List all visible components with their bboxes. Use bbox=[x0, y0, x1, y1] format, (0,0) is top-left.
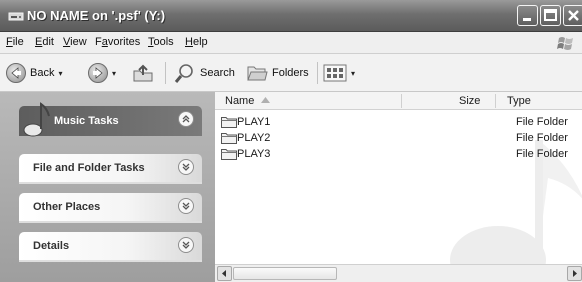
forward-button[interactable]: ▾ bbox=[88, 62, 116, 84]
maximize-icon bbox=[544, 9, 557, 21]
menu-view[interactable]: View bbox=[63, 36, 87, 48]
sort-ascending-icon bbox=[261, 97, 270, 103]
drive-icon bbox=[8, 8, 24, 24]
other-places-label: Other Places bbox=[33, 201, 101, 213]
collapse-chevron-icon[interactable] bbox=[178, 111, 194, 127]
expand-chevron-icon[interactable] bbox=[178, 198, 194, 214]
folders-icon bbox=[247, 66, 268, 81]
scroll-left-button[interactable] bbox=[217, 266, 232, 281]
column-size[interactable]: Size bbox=[459, 95, 480, 107]
menu-file[interactable]: File bbox=[6, 36, 24, 48]
back-arrow-icon bbox=[6, 63, 26, 83]
file-folder-tasks-label: File and Folder Tasks bbox=[33, 162, 145, 174]
column-name[interactable]: Name bbox=[225, 95, 254, 107]
file-list-view[interactable]: Name Size Type PLAY1 File Folder PLAY2 F… bbox=[215, 92, 582, 282]
task-panel-body bbox=[19, 260, 202, 262]
folder-icon bbox=[221, 149, 237, 160]
windows-logo-icon bbox=[557, 37, 573, 50]
search-button[interactable]: Search bbox=[174, 62, 235, 84]
maximize-button[interactable] bbox=[540, 5, 561, 26]
title-bar[interactable]: NO NAME on '.psf' (Y:) bbox=[0, 0, 582, 32]
window-title: NO NAME on '.psf' (Y:) bbox=[27, 8, 166, 23]
details-header[interactable]: Details bbox=[19, 232, 202, 260]
expand-chevron-icon[interactable] bbox=[178, 159, 194, 175]
music-note-icon bbox=[23, 102, 50, 137]
details-label: Details bbox=[33, 240, 70, 252]
horizontal-scrollbar[interactable] bbox=[215, 264, 582, 282]
up-folder-icon bbox=[133, 64, 153, 82]
file-row[interactable]: PLAY3 File Folder bbox=[215, 146, 582, 162]
file-type: File Folder bbox=[516, 132, 568, 144]
scroll-left-icon bbox=[222, 270, 226, 277]
scroll-right-button[interactable] bbox=[567, 266, 582, 281]
folder-icon bbox=[221, 133, 237, 144]
file-name: PLAY2 bbox=[237, 132, 271, 144]
file-folder-tasks-header[interactable]: File and Folder Tasks bbox=[19, 154, 202, 182]
views-dropdown-icon[interactable]: ▾ bbox=[351, 69, 355, 78]
menu-edit[interactable]: Edit bbox=[35, 36, 54, 48]
expand-chevron-icon[interactable] bbox=[178, 237, 194, 253]
menu-tools[interactable]: Tools bbox=[148, 36, 174, 48]
views-icon bbox=[323, 64, 347, 82]
file-type: File Folder bbox=[516, 116, 568, 128]
other-places-header[interactable]: Other Places bbox=[19, 193, 202, 221]
back-dropdown-icon[interactable]: ▾ bbox=[58, 69, 62, 78]
file-name: PLAY3 bbox=[237, 148, 271, 160]
folder-icon bbox=[221, 117, 237, 128]
menu-bar: File Edit View Favorites Tools Help bbox=[0, 32, 582, 54]
forward-arrow-icon bbox=[88, 63, 108, 83]
toolbar-separator bbox=[165, 62, 166, 84]
file-row[interactable]: PLAY1 File Folder bbox=[215, 114, 582, 130]
file-name: PLAY1 bbox=[237, 116, 271, 128]
column-divider[interactable] bbox=[401, 94, 402, 108]
music-tasks-header[interactable]: Music Tasks bbox=[19, 102, 202, 137]
column-type[interactable]: Type bbox=[507, 95, 531, 107]
file-type: File Folder bbox=[516, 148, 568, 160]
task-pane: Music Tasks File and Folder Tasks Other … bbox=[0, 92, 215, 282]
minimize-icon bbox=[523, 18, 531, 21]
column-header: Name Size Type bbox=[215, 92, 582, 110]
toolbar-separator bbox=[317, 62, 318, 84]
minimize-button[interactable] bbox=[517, 5, 538, 26]
music-tasks-label: Music Tasks bbox=[54, 115, 119, 127]
scrollbar-thumb[interactable] bbox=[233, 267, 337, 280]
close-icon bbox=[568, 10, 579, 21]
back-label: Back bbox=[30, 67, 55, 79]
menu-favorites[interactable]: Favorites bbox=[95, 36, 140, 48]
back-button[interactable]: Back ▾ bbox=[6, 62, 62, 84]
forward-dropdown-icon[interactable]: ▾ bbox=[112, 69, 116, 78]
scroll-right-icon bbox=[573, 270, 577, 277]
task-panel-body bbox=[19, 182, 202, 184]
file-row[interactable]: PLAY2 File Folder bbox=[215, 130, 582, 146]
menu-help[interactable]: Help bbox=[185, 36, 208, 48]
task-panel-body bbox=[19, 221, 202, 223]
standard-toolbar: Back ▾ ▾ Search Folders ▾ bbox=[0, 54, 582, 92]
up-folder-button[interactable] bbox=[132, 62, 154, 84]
folders-button[interactable]: Folders bbox=[246, 62, 309, 84]
search-icon bbox=[174, 64, 193, 83]
close-button[interactable] bbox=[563, 5, 582, 26]
views-button[interactable]: ▾ bbox=[323, 62, 355, 84]
column-divider[interactable] bbox=[495, 94, 496, 108]
folders-label: Folders bbox=[272, 67, 309, 79]
search-label: Search bbox=[200, 67, 235, 79]
